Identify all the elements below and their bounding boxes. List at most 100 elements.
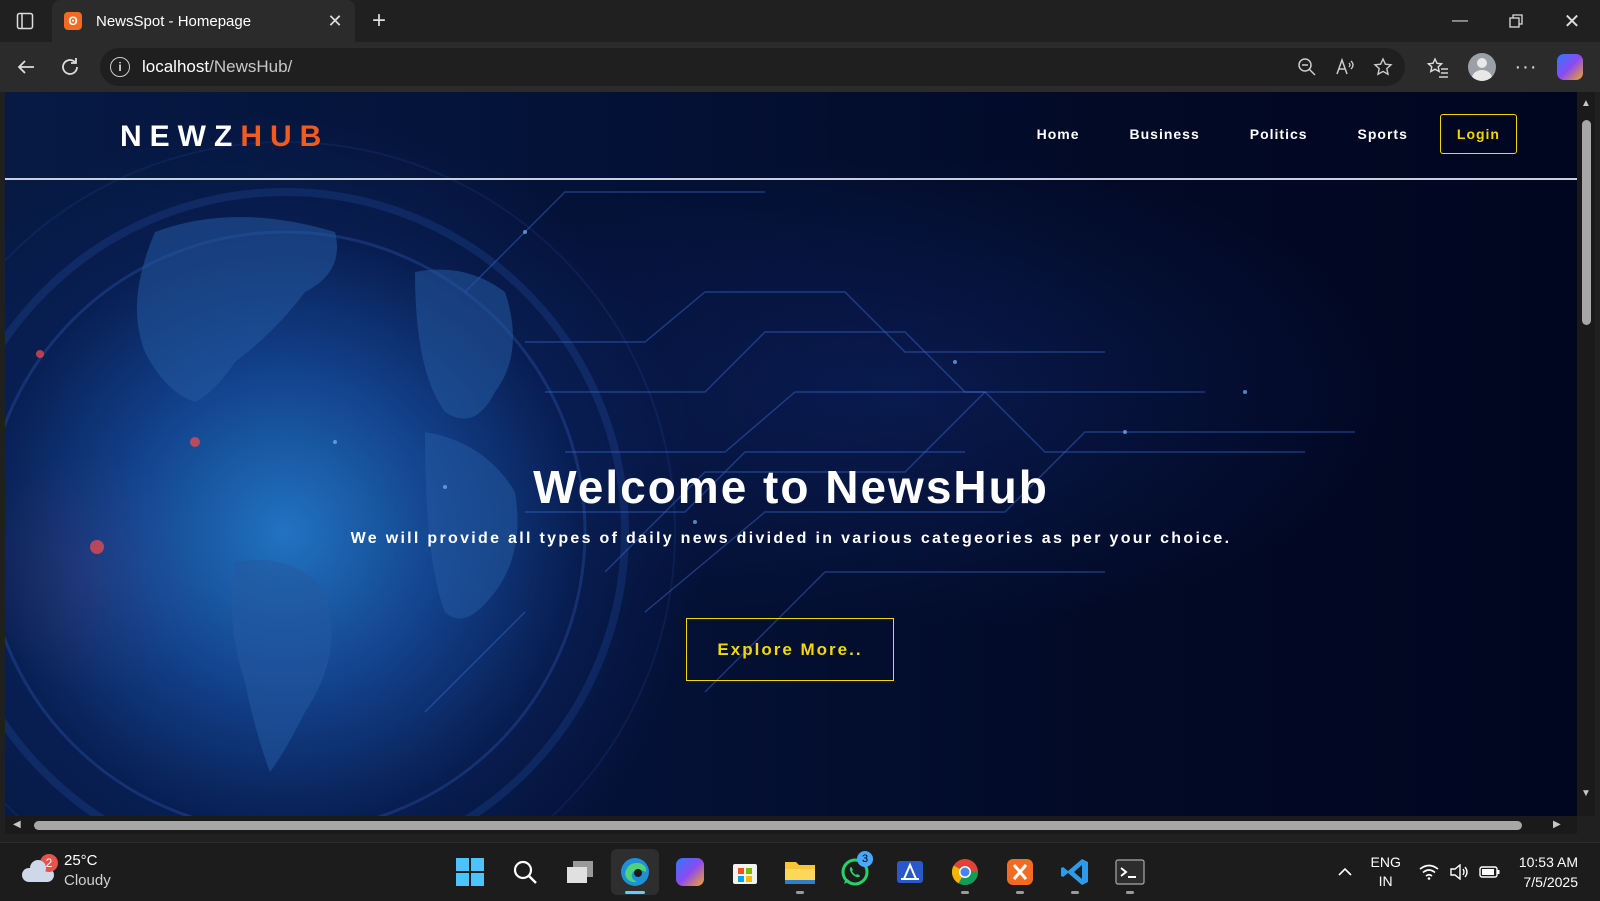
start-button[interactable] — [446, 849, 494, 895]
hero-subtitle: We will provide all types of daily news … — [5, 530, 1577, 548]
reload-button[interactable] — [54, 51, 86, 83]
running-indicator — [796, 891, 804, 894]
task-view-icon — [565, 858, 595, 886]
chrome-app[interactable] — [941, 849, 989, 895]
search-button[interactable] — [501, 849, 549, 895]
clock[interactable]: 10:53 AM 7/5/2025 — [1519, 852, 1578, 892]
windows-logo-icon — [455, 857, 485, 887]
whatsapp-badge: 3 — [857, 851, 873, 867]
whatsapp-app[interactable]: 3 — [831, 849, 879, 895]
show-hidden-icons-button[interactable] — [1337, 864, 1353, 880]
vertical-scrollbar[interactable]: ▲ ▼ — [1577, 92, 1595, 816]
vscode-icon — [1060, 857, 1090, 887]
microsoft-store-app[interactable] — [721, 849, 769, 895]
snipping-app[interactable] — [886, 849, 934, 895]
hero-section: NEWZHUB Home Business Politics Sports Lo… — [5, 92, 1577, 816]
browser-toolbar: i localhost/NewsHub/ ··· — [0, 42, 1600, 92]
cloud-icon: 2 — [22, 860, 54, 882]
copilot-icon — [1557, 54, 1583, 80]
battery-icon — [1479, 864, 1501, 880]
copilot-taskbar-app[interactable] — [666, 849, 714, 895]
plus-icon: + — [372, 7, 386, 35]
site-logo[interactable]: NEWZHUB — [120, 120, 329, 154]
site-header: NEWZHUB Home Business Politics Sports Lo… — [5, 92, 1577, 180]
task-view-button[interactable] — [556, 849, 604, 895]
terminal-app[interactable] — [1106, 849, 1154, 895]
xampp-app[interactable] — [996, 849, 1044, 895]
edge-browser-icon — [619, 856, 651, 888]
more-dots-icon: ··· — [1515, 56, 1538, 79]
minimize-button[interactable]: — — [1432, 0, 1488, 42]
running-indicator — [961, 891, 969, 894]
page-viewport: NEWZHUB Home Business Politics Sports Lo… — [5, 92, 1577, 816]
scroll-up-arrow-icon[interactable]: ▲ — [1581, 98, 1591, 109]
active-indicator — [625, 891, 645, 894]
profile-button[interactable] — [1464, 51, 1500, 83]
windows-taskbar: 2 25°C Cloudy 3 — [0, 842, 1600, 901]
nav-link-home[interactable]: Home — [1037, 126, 1080, 142]
running-indicator — [1071, 891, 1079, 894]
restore-button[interactable] — [1488, 0, 1544, 42]
read-aloud-button[interactable] — [1329, 51, 1361, 83]
read-aloud-icon — [1335, 57, 1355, 77]
avatar-icon — [1468, 53, 1496, 81]
tab-close-button[interactable]: ✕ — [321, 7, 349, 35]
copilot-button[interactable] — [1552, 51, 1588, 83]
scroll-left-arrow-icon[interactable]: ◀ — [13, 819, 21, 830]
vscode-app[interactable] — [1051, 849, 1099, 895]
url-path: /NewsHub/ — [209, 57, 292, 76]
clock-date: 7/5/2025 — [1519, 872, 1578, 892]
weather-widget[interactable]: 2 25°C Cloudy — [22, 851, 111, 891]
browser-tab[interactable]: ʘ NewsSpot - Homepage ✕ — [52, 0, 355, 42]
volume-icon — [1449, 864, 1469, 880]
weather-badge: 2 — [40, 854, 58, 872]
scroll-right-arrow-icon[interactable]: ▶ — [1553, 819, 1561, 830]
close-window-button[interactable]: ✕ — [1544, 0, 1600, 42]
hero-title: Welcome to NewsHub — [5, 460, 1577, 514]
login-button[interactable]: Login — [1440, 114, 1517, 154]
window-controls: — ✕ — [1432, 0, 1600, 42]
nav-link-politics[interactable]: Politics — [1250, 126, 1308, 142]
copilot-app-icon — [676, 858, 704, 886]
language-code: ENG — [1371, 853, 1401, 872]
zoom-out-icon — [1297, 57, 1317, 77]
site-info-icon[interactable]: i — [110, 57, 130, 77]
zoom-out-button[interactable] — [1291, 51, 1323, 83]
running-indicator — [1016, 891, 1024, 894]
nav-link-sports[interactable]: Sports — [1358, 126, 1408, 142]
language-indicator[interactable]: ENG IN — [1371, 853, 1401, 891]
xampp-favicon-icon: ʘ — [64, 12, 82, 30]
network-volume-battery[interactable] — [1419, 864, 1501, 880]
terminal-icon — [1115, 858, 1145, 886]
explore-more-button[interactable]: Explore More.. — [686, 618, 894, 681]
search-icon — [511, 858, 539, 886]
clock-time: 10:53 AM — [1519, 852, 1578, 872]
favorite-star-button[interactable] — [1367, 51, 1399, 83]
address-bar-url[interactable]: localhost/NewsHub/ — [142, 57, 1291, 77]
main-nav: Home Business Politics Sports Login — [987, 114, 1517, 154]
new-tab-button[interactable]: + — [364, 6, 394, 36]
horizontal-scroll-thumb[interactable] — [34, 821, 1522, 830]
favorites-button[interactable] — [1420, 51, 1456, 83]
vertical-scroll-thumb[interactable] — [1582, 120, 1591, 325]
snipping-tool-icon — [895, 857, 925, 887]
horizontal-scrollbar[interactable]: ◀ ▶ — [5, 816, 1577, 834]
url-host: localhost — [142, 57, 209, 76]
wifi-icon — [1419, 864, 1439, 880]
address-bar[interactable]: i localhost/NewsHub/ — [100, 48, 1405, 86]
back-button[interactable] — [10, 51, 42, 83]
back-arrow-icon — [15, 56, 37, 78]
minimize-icon: — — [1452, 12, 1468, 30]
xampp-icon — [1005, 857, 1035, 887]
store-icon — [730, 857, 760, 887]
logo-accent-text: HUB — [240, 120, 329, 153]
tab-actions-button[interactable] — [6, 6, 44, 36]
edge-taskbar-app[interactable] — [611, 849, 659, 895]
file-explorer-app[interactable] — [776, 849, 824, 895]
system-tray: ENG IN 10:53 AM 7/5/2025 — [1337, 843, 1600, 901]
settings-more-button[interactable]: ··· — [1508, 51, 1544, 83]
nav-link-business[interactable]: Business — [1130, 126, 1200, 142]
scroll-down-arrow-icon[interactable]: ▼ — [1581, 788, 1591, 799]
tab-actions-icon — [16, 12, 34, 30]
weather-temperature: 25°C — [64, 851, 111, 871]
